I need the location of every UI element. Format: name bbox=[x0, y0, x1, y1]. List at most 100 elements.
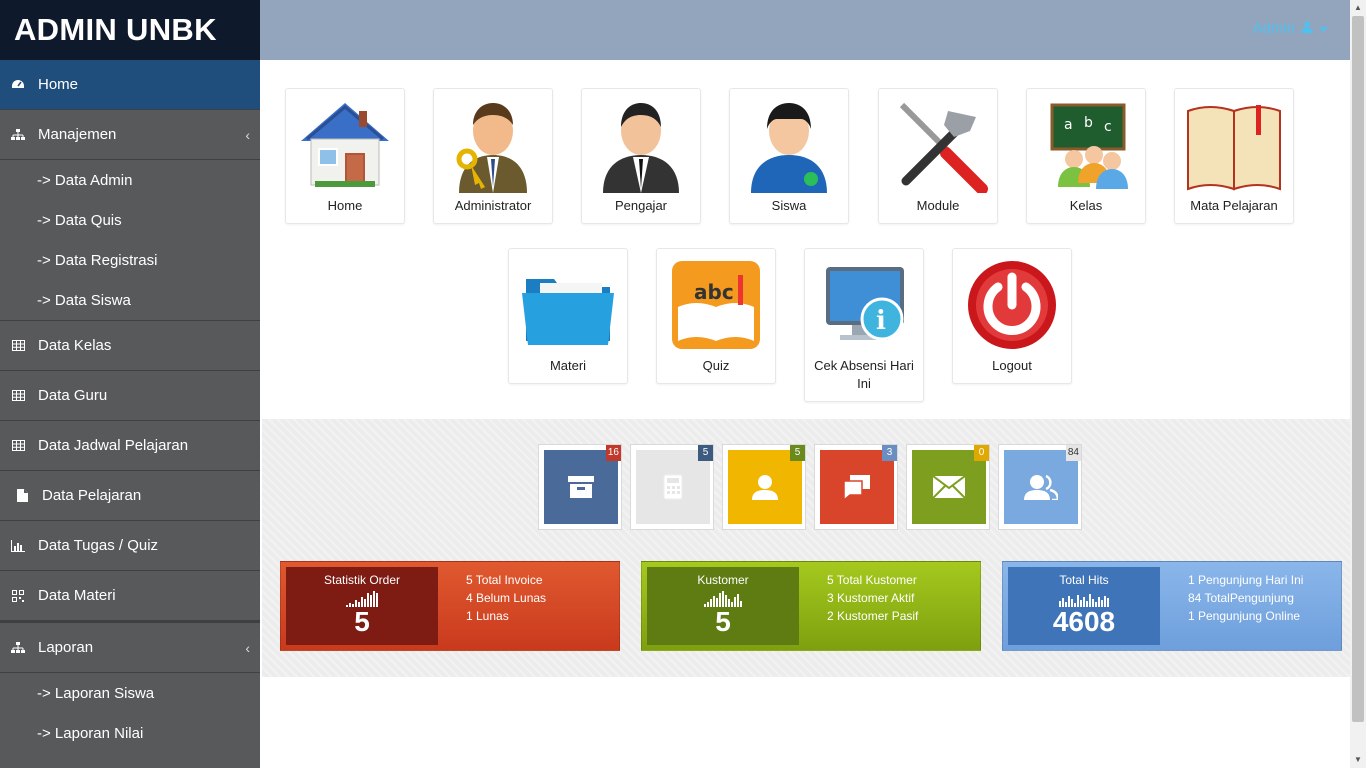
page-scrollbar[interactable]: ▲ ▼ bbox=[1350, 0, 1366, 768]
stat-title: Statistik Order bbox=[323, 573, 401, 587]
tile-label: Administrator bbox=[454, 198, 532, 213]
tile-label: Siswa bbox=[771, 198, 807, 213]
count-badge: 84 bbox=[1065, 445, 1081, 461]
scrollbar-thumb[interactable] bbox=[1352, 16, 1364, 722]
tile-label: Materi bbox=[549, 358, 587, 373]
sidebar-item-home[interactable]: Home bbox=[0, 60, 260, 110]
count-badge: 5 bbox=[698, 445, 713, 461]
count-badge: 16 bbox=[605, 445, 621, 461]
scroll-down-arrow-icon[interactable]: ▼ bbox=[1350, 752, 1366, 768]
tile-quiz[interactable]: abc Quiz bbox=[656, 248, 776, 384]
sidebar-subitem-data-admin[interactable]: -> Data Admin bbox=[0, 160, 260, 200]
envelope-icon bbox=[912, 450, 986, 524]
sidebar-item-label: Data Kelas bbox=[38, 337, 112, 354]
tile-label: Cek Absensi Hari Ini bbox=[814, 358, 914, 391]
stat-line: 1 Lunas bbox=[466, 609, 509, 623]
svg-text:b: b bbox=[1084, 115, 1093, 131]
stat-line: 1 Pengunjung Hari Ini bbox=[1188, 573, 1304, 587]
tile-administrator[interactable]: Administrator bbox=[433, 88, 553, 224]
stat-value: 4608 bbox=[1052, 606, 1116, 637]
house-icon bbox=[301, 103, 389, 187]
table-icon bbox=[10, 338, 26, 354]
stat-title: Kustomer bbox=[697, 573, 749, 587]
sidebar-subitem-data-registrasi[interactable]: -> Data Registrasi bbox=[0, 240, 260, 280]
quiz-book-icon: abc bbox=[672, 261, 760, 349]
count-badge: 3 bbox=[882, 445, 897, 461]
sparkline-icon bbox=[1008, 589, 1160, 607]
user-menu[interactable]: Admin bbox=[1252, 20, 1328, 37]
student-icon bbox=[751, 103, 827, 193]
folder-icon bbox=[522, 279, 614, 345]
sidebar-item-data-guru[interactable]: Data Guru bbox=[0, 371, 260, 421]
tile-label: Logout bbox=[992, 358, 1032, 373]
sparkline-icon bbox=[647, 589, 799, 607]
svg-text:c: c bbox=[1104, 119, 1112, 135]
sidebar-item-label: Data Guru bbox=[38, 387, 108, 404]
user-icon bbox=[728, 450, 802, 524]
quick-calculator-button[interactable]: 5 bbox=[630, 444, 714, 530]
sidebar-item-label: Data Tugas / Quiz bbox=[38, 537, 159, 554]
tile-siswa[interactable]: Siswa bbox=[729, 88, 849, 224]
tile-pengajar[interactable]: Pengajar bbox=[581, 88, 701, 224]
svg-text:abc: abc bbox=[694, 280, 734, 304]
tile-materi[interactable]: Materi bbox=[508, 248, 628, 384]
user-icon bbox=[1301, 20, 1313, 37]
power-icon bbox=[968, 261, 1056, 349]
stat-line: 4 Belum Lunas bbox=[466, 591, 547, 605]
sidebar-item-data-pelajaran[interactable]: Data Pelajaran bbox=[0, 471, 260, 521]
archive-icon bbox=[544, 450, 618, 524]
submenu-laporan: -> Laporan Siswa -> Laporan Nilai bbox=[0, 673, 260, 753]
calculator-icon bbox=[636, 450, 710, 524]
quick-users-button[interactable]: 84 bbox=[998, 444, 1082, 530]
quick-mail-button[interactable]: 0 bbox=[906, 444, 990, 530]
sidebar-subitem-laporan-nilai[interactable]: -> Laporan Nilai bbox=[0, 713, 260, 753]
tile-module[interactable]: Module bbox=[878, 88, 998, 224]
tile-home[interactable]: Home bbox=[285, 88, 405, 224]
sidebar-item-data-jadwal[interactable]: Data Jadwal Pelajaran bbox=[0, 421, 260, 471]
stat-value: 5 bbox=[715, 606, 731, 637]
count-badge: 0 bbox=[974, 445, 989, 461]
quick-user-button[interactable]: 5 bbox=[722, 444, 806, 530]
brand-title[interactable]: ADMIN UNBK bbox=[0, 0, 260, 60]
users-icon bbox=[1004, 450, 1078, 524]
sidebar-subitem-data-siswa[interactable]: -> Data Siswa bbox=[0, 280, 260, 320]
quick-chat-button[interactable]: 3 bbox=[814, 444, 898, 530]
sidebar: ADMIN UNBK Home Manajemen ‹ -> Data Admi… bbox=[0, 0, 260, 768]
teacher-icon bbox=[603, 103, 679, 193]
stat-line: 84 TotalPengunjung bbox=[1188, 591, 1294, 605]
tile-logout[interactable]: Logout bbox=[952, 248, 1072, 384]
tile-cek-absensi[interactable]: i Cek Absensi Hari Ini bbox=[804, 248, 924, 402]
tile-mata-pelajaran[interactable]: Mata Pelajaran bbox=[1174, 88, 1294, 224]
tile-label: Pengajar bbox=[614, 198, 668, 213]
sidebar-item-manajemen[interactable]: Manajemen ‹ bbox=[0, 110, 260, 160]
sitemap-icon bbox=[10, 127, 26, 143]
sidebar-item-data-kelas[interactable]: Data Kelas bbox=[0, 321, 260, 371]
sidebar-item-label: Data Materi bbox=[38, 587, 116, 604]
qrcode-icon bbox=[10, 588, 26, 604]
stat-line: 1 Pengunjung Online bbox=[1188, 609, 1301, 623]
top-navbar: Admin bbox=[260, 0, 1350, 60]
stat-value: 5 bbox=[354, 606, 370, 637]
tile-label: Kelas bbox=[1069, 198, 1103, 213]
scroll-up-arrow-icon[interactable]: ▲ bbox=[1350, 0, 1366, 16]
sidebar-item-label: Data Jadwal Pelajaran bbox=[38, 437, 189, 454]
submenu-manajemen: -> Data Admin -> Data Quis -> Data Regis… bbox=[0, 160, 260, 321]
tile-label: Quiz bbox=[702, 358, 730, 373]
sidebar-item-data-tugas[interactable]: Data Tugas / Quiz bbox=[0, 521, 260, 571]
svg-text:i: i bbox=[876, 306, 886, 336]
sidebar-item-label: Manajemen bbox=[38, 126, 117, 143]
bar-chart-icon bbox=[10, 538, 26, 554]
sidebar-subitem-laporan-siswa[interactable]: -> Laporan Siswa bbox=[0, 673, 260, 713]
stat-order-summary: Statistik Order 5 bbox=[286, 567, 438, 645]
count-badge: 5 bbox=[790, 445, 805, 461]
tile-kelas[interactable]: a b c Kelas bbox=[1026, 88, 1146, 224]
sidebar-item-data-materi[interactable]: Data Materi bbox=[0, 571, 260, 621]
sidebar-item-laporan[interactable]: Laporan ‹ bbox=[0, 621, 260, 673]
quick-archive-button[interactable]: 16 bbox=[538, 444, 622, 530]
stat-title: Total Hits bbox=[1059, 573, 1109, 587]
tile-label: Home bbox=[327, 198, 363, 213]
stat-line: 5 Total Invoice bbox=[466, 573, 543, 587]
stat-hits-summary: Total Hits 4608 bbox=[1008, 567, 1160, 645]
sidebar-subitem-data-quis[interactable]: -> Data Quis bbox=[0, 200, 260, 240]
stat-details: 1 Pengunjung Hari Ini 84 TotalPengunjung… bbox=[1188, 571, 1303, 625]
